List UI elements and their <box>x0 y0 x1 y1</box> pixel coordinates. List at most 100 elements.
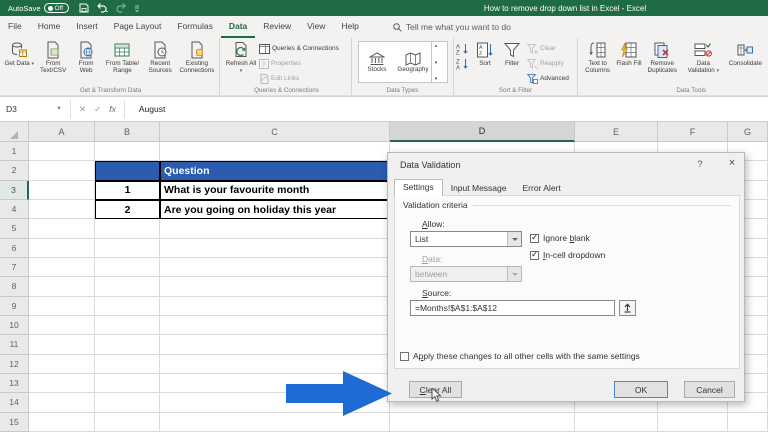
menu-tab-formulas[interactable]: Formulas <box>169 16 220 38</box>
tell-me-search[interactable]: Tell me what you want to do <box>393 16 511 38</box>
reapply-filter-button[interactable]: Reapply <box>527 57 569 70</box>
cell-C9[interactable] <box>160 297 390 316</box>
data-validation-button[interactable]: Data Validation ▾ <box>683 40 724 86</box>
cell-A9[interactable] <box>29 297 95 316</box>
existing-connections-button[interactable]: Existing Connections <box>177 40 217 86</box>
cell-B3[interactable]: 1 <box>95 181 160 200</box>
cell-A10[interactable] <box>29 316 95 335</box>
menu-tab-data[interactable]: Data <box>221 16 255 38</box>
cell-G15[interactable] <box>728 413 768 432</box>
text-to-columns-button[interactable]: Text to Columns <box>580 40 615 86</box>
queries-connections-button[interactable]: Queries & Connections <box>259 42 339 55</box>
get-data-button[interactable]: Get Data ▾ <box>4 40 35 86</box>
cell-B4[interactable]: 2 <box>95 200 160 219</box>
cell-B10[interactable] <box>95 316 160 335</box>
row-header-10[interactable]: 10 <box>0 316 29 335</box>
gallery-scrollbar[interactable]: ▲ ▼ ▼ <box>431 42 440 82</box>
column-header-g[interactable]: G <box>728 122 768 142</box>
geography-button[interactable]: Geography <box>395 42 431 82</box>
column-header-d[interactable]: D <box>390 122 575 142</box>
tab-settings[interactable]: Settings <box>394 179 443 196</box>
dialog-close-button[interactable]: × <box>724 157 740 169</box>
refresh-all-button[interactable]: Refresh All ▾ <box>224 40 258 86</box>
menu-tab-review[interactable]: Review <box>255 16 299 38</box>
menu-tab-page-layout[interactable]: Page Layout <box>106 16 170 38</box>
confirm-entry-icon[interactable]: ✓ <box>94 104 101 115</box>
row-header-5[interactable]: 5 <box>0 219 29 238</box>
menu-tab-help[interactable]: Help <box>333 16 366 38</box>
column-header-e[interactable]: E <box>575 122 658 142</box>
gallery-up-icon[interactable]: ▲ <box>434 43 438 48</box>
collapse-dialog-button[interactable] <box>619 300 636 316</box>
select-all-corner[interactable] <box>0 122 29 142</box>
row-header-11[interactable]: 11 <box>0 335 29 354</box>
cell-C8[interactable] <box>160 277 390 296</box>
row-header-2[interactable]: 2 <box>0 161 29 180</box>
advanced-filter-button[interactable]: Advanced <box>527 72 569 85</box>
row-header-15[interactable]: 15 <box>0 413 29 432</box>
column-header-b[interactable]: B <box>95 122 160 142</box>
row-header-7[interactable]: 7 <box>0 258 29 277</box>
menu-tab-insert[interactable]: Insert <box>68 16 105 38</box>
column-header-f[interactable]: F <box>658 122 728 142</box>
properties-button[interactable]: Properties <box>259 57 339 70</box>
from-text-csv-button[interactable]: From Text/CSV <box>36 40 71 86</box>
cell-F15[interactable] <box>658 413 728 432</box>
cell-A8[interactable] <box>29 277 95 296</box>
row-header-13[interactable]: 13 <box>0 374 29 393</box>
row-header-6[interactable]: 6 <box>0 239 29 258</box>
cancel-button[interactable]: Cancel <box>684 381 735 398</box>
cell-B8[interactable] <box>95 277 160 296</box>
cell-B6[interactable] <box>95 239 160 258</box>
cell-A4[interactable] <box>29 200 95 219</box>
name-box[interactable]: D3 <box>0 104 56 114</box>
cell-B11[interactable] <box>95 335 160 354</box>
cell-C2[interactable]: Question <box>160 161 390 180</box>
cell-A3[interactable] <box>29 181 95 200</box>
autosave-toggle[interactable]: AutoSave Off <box>8 3 69 13</box>
tab-error-alert[interactable]: Error Alert <box>514 181 568 196</box>
cell-B1[interactable] <box>95 142 160 161</box>
cell-C3[interactable]: What is your favourite month <box>160 181 390 200</box>
cell-A11[interactable] <box>29 335 95 354</box>
column-header-a[interactable]: A <box>29 122 95 142</box>
cell-B7[interactable] <box>95 258 160 277</box>
gallery-down-icon[interactable]: ▼ <box>434 60 438 65</box>
sort-ascending-button[interactable]: AZ <box>456 42 472 55</box>
allow-dropdown-button[interactable] <box>507 232 521 246</box>
filter-button[interactable]: Filter <box>498 40 526 86</box>
autosave-switch[interactable]: Off <box>44 3 70 13</box>
menu-tab-view[interactable]: View <box>299 16 333 38</box>
dialog-help-button[interactable]: ? <box>693 159 707 170</box>
clear-filter-button[interactable]: Clear <box>527 42 569 55</box>
cell-B9[interactable] <box>95 297 160 316</box>
edit-links-button[interactable]: Edit Links <box>259 72 339 85</box>
gallery-more-icon[interactable]: ▼ <box>434 76 438 81</box>
sort-descending-button[interactable]: ZA <box>456 57 472 70</box>
undo-icon[interactable] <box>96 3 108 13</box>
flash-fill-button[interactable]: Flash Fill <box>616 40 641 86</box>
cell-B15[interactable] <box>95 413 160 432</box>
cell-A1[interactable] <box>29 142 95 161</box>
formula-input[interactable]: August <box>139 104 165 114</box>
row-header-14[interactable]: 14 <box>0 393 29 412</box>
row-header-9[interactable]: 9 <box>0 297 29 316</box>
customize-qat-icon[interactable] <box>134 4 140 12</box>
row-header-8[interactable]: 8 <box>0 277 29 296</box>
cancel-entry-icon[interactable]: ✕ <box>79 104 86 115</box>
name-box-dropdown-icon[interactable]: ▼ <box>56 106 70 112</box>
cell-C10[interactable] <box>160 316 390 335</box>
from-web-button[interactable]: From Web <box>72 40 101 86</box>
cell-B2[interactable] <box>95 161 160 180</box>
allow-dropdown[interactable]: List <box>410 231 522 247</box>
recent-sources-button[interactable]: Recent Sources <box>144 40 175 86</box>
cell-C11[interactable] <box>160 335 390 354</box>
consolidate-button[interactable]: Consolidate <box>725 40 766 86</box>
row-header-1[interactable]: 1 <box>0 142 29 161</box>
menu-tab-home[interactable]: Home <box>30 16 69 38</box>
cell-A7[interactable] <box>29 258 95 277</box>
insert-function-icon[interactable]: fx <box>109 104 116 114</box>
cell-C1[interactable] <box>160 142 390 161</box>
menu-tab-file[interactable]: File <box>0 16 30 38</box>
cell-A15[interactable] <box>29 413 95 432</box>
